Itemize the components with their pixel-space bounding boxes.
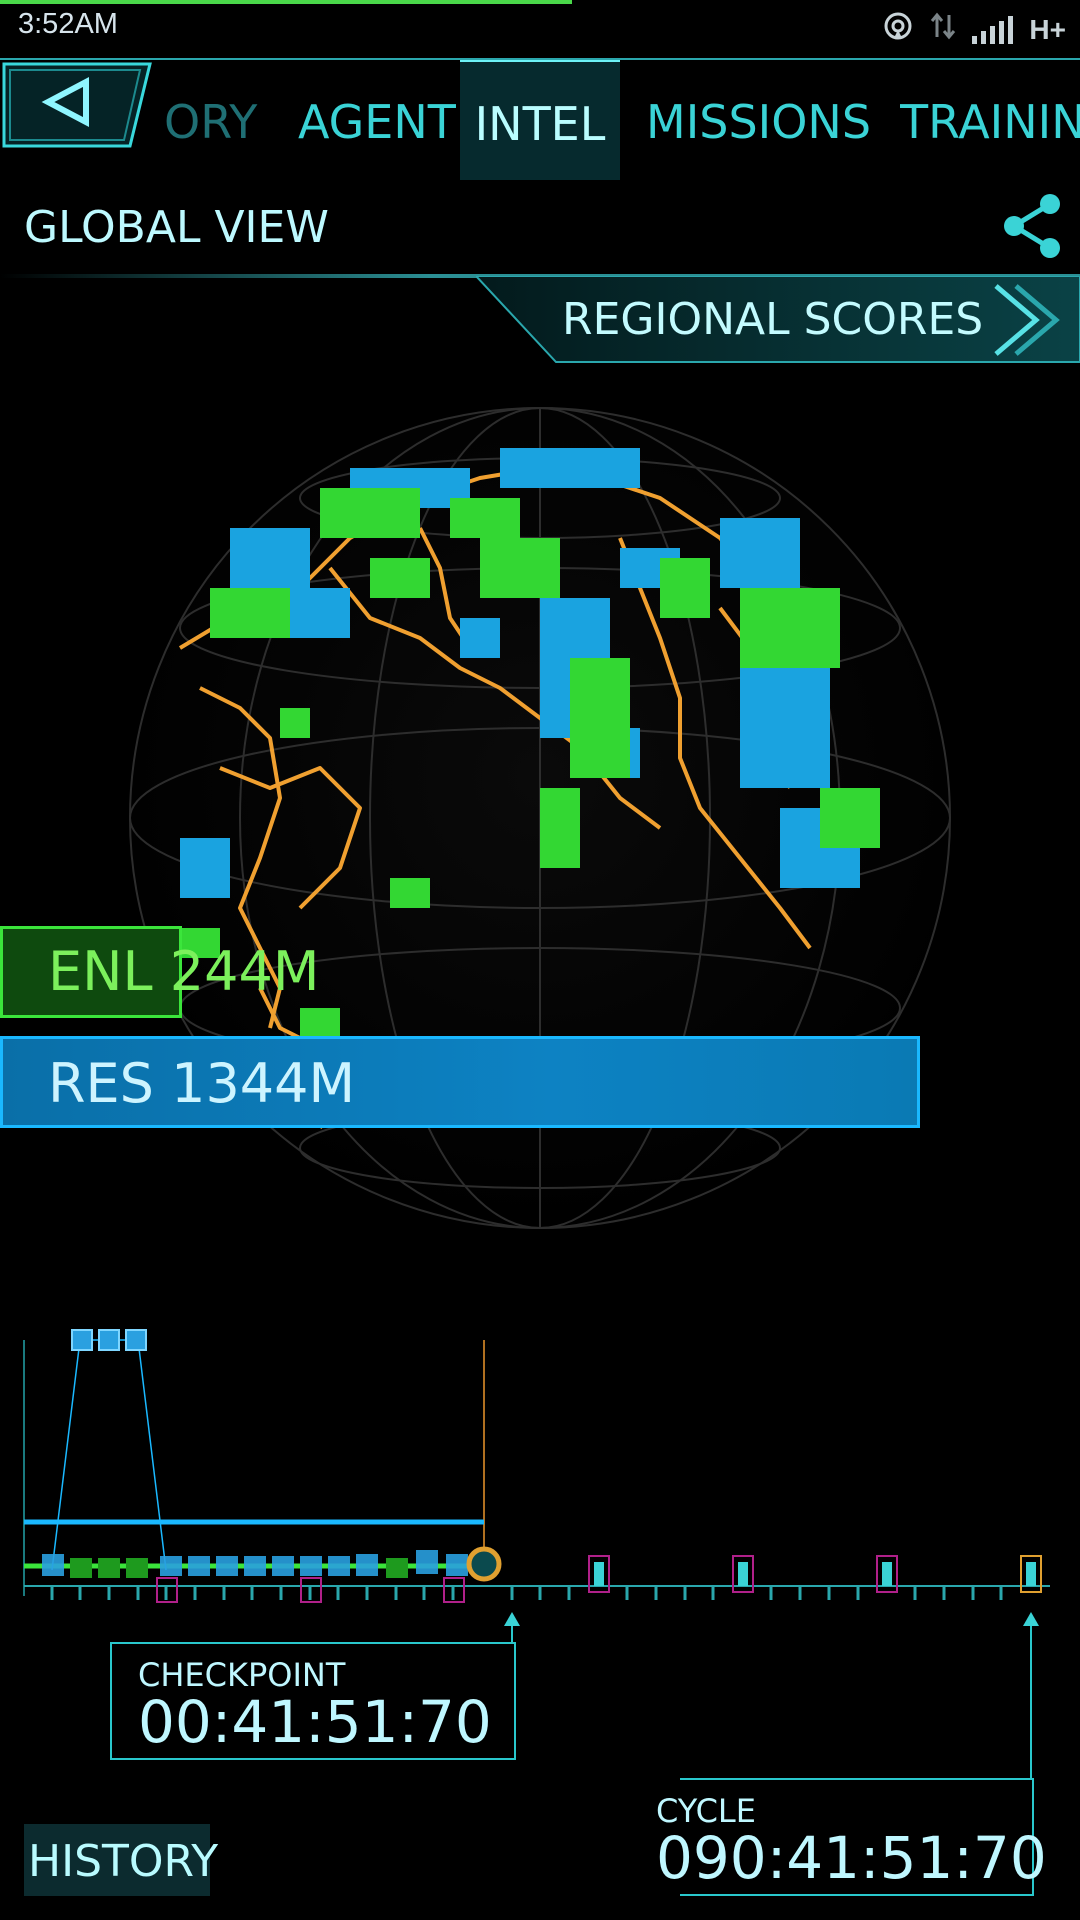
data-transfer-icon	[930, 11, 956, 48]
back-button[interactable]	[2, 62, 152, 148]
page-title: GLOBAL VIEW	[24, 202, 329, 253]
tab-training[interactable]: TRAINING	[900, 60, 1080, 178]
regional-scores-label: REGIONAL SCORES	[562, 294, 984, 345]
tab-missions[interactable]: MISSIONS	[646, 60, 871, 178]
share-icon[interactable]	[996, 190, 1068, 262]
cycle-timeline[interactable]	[0, 1300, 1080, 1630]
hotspot-icon	[882, 10, 914, 49]
network-type: H+	[1029, 13, 1066, 45]
loading-progress-bar	[0, 0, 572, 4]
signal-strength-icon	[972, 15, 1014, 44]
checkpoint-countdown: 00:41:51:70	[138, 1688, 492, 1756]
checkpoint-connector	[511, 1628, 513, 1642]
cycle-connector	[1030, 1628, 1032, 1778]
tab-bar: ORY AGENT INTEL MISSIONS TRAINING	[0, 58, 1080, 180]
enlightened-score: ENL 244M	[48, 940, 320, 1003]
timeline-arrows	[504, 1612, 1039, 1626]
tab-intel[interactable]: INTEL	[460, 60, 620, 180]
history-button-label: HISTORY	[28, 1836, 219, 1887]
tab-agent[interactable]: AGENT	[298, 60, 456, 178]
status-icons: H+	[882, 10, 1066, 49]
timeline-ticks	[50, 1586, 1003, 1600]
resistance-score: RES 1344M	[48, 1052, 356, 1115]
tab-inventory[interactable]: ORY	[164, 60, 257, 178]
cycle-countdown: 090:41:51:70	[656, 1824, 1047, 1892]
current-time-marker	[466, 1546, 502, 1582]
status-time: 3:52AM	[18, 8, 118, 40]
